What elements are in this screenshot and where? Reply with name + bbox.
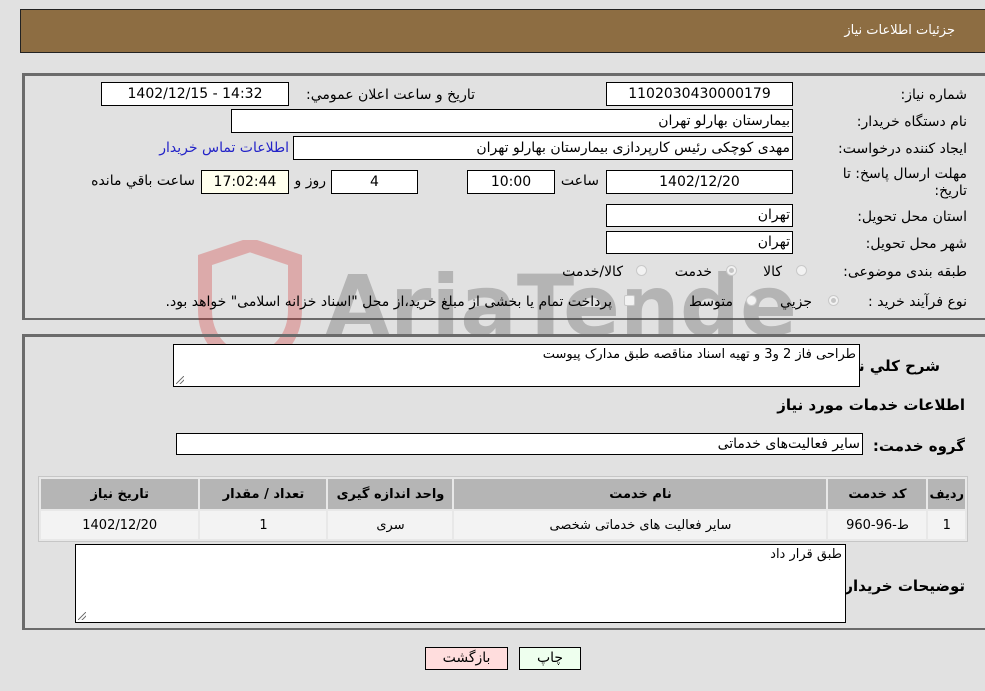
resize-grip-icon[interactable] (78, 612, 86, 620)
purchase-option-minor: جزيي (780, 294, 812, 310)
treasury-checkbox[interactable] (624, 295, 635, 306)
buyer-notes-label: توضیحات خریدار: (838, 577, 965, 595)
general-desc-textarea[interactable]: طراحی فاز 2 و3 و تهیه اسناد مناقصه طبق م… (173, 344, 860, 387)
cell-need-date: 1402/12/20 (41, 511, 199, 539)
remaining-days-field[interactable]: 4 (331, 170, 418, 194)
buyer-org-label: نام دستگاه خریدار: (856, 114, 967, 130)
requester-label: ایجاد کننده درخواست: (838, 141, 967, 157)
buyer-notes-textarea[interactable]: طبق قرار داد (75, 544, 846, 623)
col-header-service-name: نام خدمت (454, 479, 827, 509)
deadline-time-field[interactable]: 10:00 (467, 170, 555, 194)
purchase-option-medium: متوسط (689, 294, 733, 310)
purchase-radio-minor[interactable] (828, 295, 839, 306)
general-desc-text: طراحی فاز 2 و3 و تهیه اسناد مناقصه طبق م… (542, 347, 856, 362)
table-header-row: ردیف کد خدمت نام خدمت واحد اندازه گیری ت… (41, 479, 965, 509)
services-heading: اطلاعات خدمات مورد نیاز (777, 396, 965, 414)
back-button[interactable]: بازگشت (425, 647, 508, 670)
page-header: جزئیات اطلاعات نیاز (20, 9, 985, 53)
col-header-unit: واحد اندازه گیری (328, 479, 453, 509)
need-number-label: شماره نیاز: (900, 87, 968, 103)
delivery-province-label: استان محل تحویل: (857, 209, 967, 225)
deadline-date-field[interactable]: 1402/12/20 (606, 170, 793, 194)
remaining-time-label: ساعت باقي مانده (91, 173, 195, 189)
services-table: ردیف کد خدمت نام خدمت واحد اندازه گیری ت… (38, 476, 968, 542)
table-row: 1 ط-96-960 سایر فعالیت های خدماتی شخصی س… (41, 511, 965, 539)
remaining-time-field: 17:02:44 (201, 170, 289, 194)
category-label: طبقه بندی موضوعی: (843, 264, 967, 280)
category-radio-goods[interactable] (796, 265, 807, 276)
col-header-need-date: تاریخ نیاز (41, 479, 199, 509)
delivery-province-field[interactable]: تهران (606, 204, 793, 227)
need-number-field[interactable]: 1102030430000179 (606, 82, 793, 106)
category-option-goods-service: کالا/خدمت (562, 264, 623, 280)
requester-field[interactable]: مهدی کوچکی رئیس کارپردازی بیمارستان بهار… (293, 136, 793, 160)
delivery-city-field[interactable]: تهران (606, 231, 793, 254)
remaining-days-label: روز و (294, 173, 327, 189)
announce-datetime-field[interactable]: 1402/12/15 - 14:32 (101, 82, 289, 106)
delivery-city-label: شهر محل تحویل: (865, 236, 967, 252)
service-group-label: گروه خدمت: (872, 437, 965, 455)
cell-quantity: 1 (200, 511, 327, 539)
resize-grip-icon[interactable] (176, 376, 184, 384)
cell-row-number: 1 (928, 511, 965, 539)
category-radio-goods-service[interactable] (636, 265, 647, 276)
col-header-service-code: کد خدمت (828, 479, 927, 509)
category-radio-service[interactable] (726, 265, 737, 276)
page-title: جزئیات اطلاعات نیاز (844, 23, 955, 38)
buyer-contact-link[interactable]: اطلاعات تماس خریدار (159, 140, 289, 156)
purchase-radio-medium[interactable] (746, 295, 757, 306)
purchase-type-label: نوع فرآیند خرید : (868, 294, 967, 310)
treasury-note: پرداخت تمام یا بخشی از مبلغ خرید،از محل … (165, 294, 612, 310)
deadline-label-line2: تاریخ: (934, 183, 967, 199)
service-group-field[interactable]: سایر فعالیت‌های خدماتی (176, 433, 863, 455)
cell-unit: سری (328, 511, 453, 539)
category-option-service: خدمت (674, 264, 712, 280)
buyer-notes-text: طبق قرار داد (770, 547, 842, 562)
print-button[interactable]: چاپ (519, 647, 581, 670)
deadline-time-label: ساعت (560, 173, 599, 189)
deadline-label-line1: مهلت ارسال پاسخ: تا (842, 166, 967, 182)
col-header-row-number: ردیف (928, 479, 965, 509)
cell-service-code: ط-96-960 (828, 511, 927, 539)
buyer-org-field[interactable]: بیمارستان بهارلو تهران (231, 109, 793, 133)
category-option-goods: کالا (763, 264, 782, 280)
col-header-quantity: تعداد / مقدار (200, 479, 327, 509)
cell-service-name: سایر فعالیت های خدماتی شخصی (454, 511, 827, 539)
announce-datetime-label: تاریخ و ساعت اعلان عمومي: (306, 87, 475, 103)
